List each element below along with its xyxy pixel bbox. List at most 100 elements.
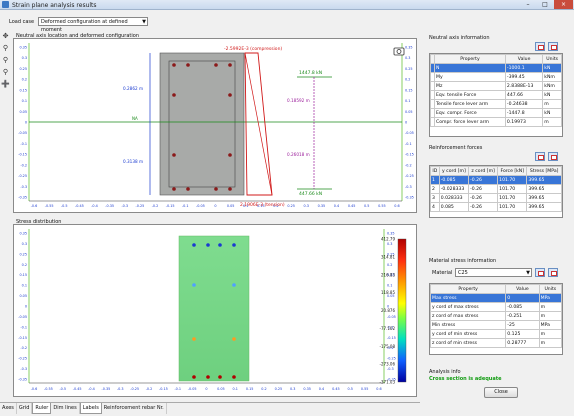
x-tick-label: 0.15: [246, 387, 254, 391]
table-row[interactable]: My -399.45 kNm: [430, 72, 562, 82]
table-row[interactable]: Max stress 0 MPa: [429, 293, 563, 303]
table-cell: m: [538, 329, 563, 339]
table-cell: MPa: [538, 293, 563, 303]
tab-labels[interactable]: Labels: [79, 403, 102, 414]
zoom-in-icon[interactable]: ⚲: [1, 44, 10, 53]
window-title: Strain plane analysis results: [12, 1, 97, 9]
stress-rebar-dot: [218, 375, 222, 379]
table-cell: 101.70: [497, 193, 528, 203]
neutral-axis-chart-title: Neutral axis location and deformed confi…: [16, 33, 139, 39]
select-icon[interactable]: ➕: [1, 80, 10, 89]
export-icon[interactable]: [535, 42, 545, 51]
table-cell: kNm: [542, 81, 562, 91]
analysis-result: Cross section is adequate: [429, 376, 502, 382]
rebar-dot: [172, 93, 176, 97]
table-row[interactable]: z cord of min stress 0.28777 m: [429, 338, 563, 348]
y-tick-label: -0.25: [387, 357, 396, 361]
pan-icon[interactable]: ✥: [1, 32, 10, 41]
tab-ruler[interactable]: Ruler: [32, 403, 52, 414]
table-row[interactable]: Compr. force lever arm 0.19973 m: [430, 117, 562, 127]
table-cell: z cord of min stress: [429, 338, 507, 348]
copy-icon[interactable]: [548, 268, 558, 277]
rebar-dot: [172, 63, 176, 67]
reinforcement-forces-title: Reinforcement forces: [429, 145, 483, 151]
table-cell: 399.65: [526, 193, 562, 203]
table-row[interactable]: 2 -0.028333 -0.26 101.70 399.65: [430, 184, 562, 194]
strain-line: [244, 52, 273, 196]
table-row[interactable]: y cord of max stress -0.085 m: [429, 302, 563, 312]
table-cell: Compr. force lever arm: [434, 117, 506, 127]
legend-label: 216.83: [381, 272, 395, 277]
table-row[interactable]: Eqv. compr. Force -1447.8 kN: [430, 108, 562, 118]
table-cell: -1447.8: [504, 108, 544, 118]
x-tick-label: 0.2: [261, 387, 266, 391]
table-row[interactable]: 1 -0.085 -0.26 101.70 399.65: [430, 175, 562, 185]
neutral-axis-table[interactable]: Property Value Units N -1000.1 kN My -399.45…: [429, 53, 563, 137]
table-cell: m: [542, 99, 562, 109]
table-cell: m: [538, 302, 563, 312]
table-row[interactable]: y cord of min stress 0.125 m: [429, 329, 563, 339]
material-select[interactable]: C25 ▼: [455, 268, 532, 277]
legend-label: 118.85: [381, 290, 395, 295]
table-row[interactable]: Eqv. tensile Force 447.66 kN: [430, 90, 562, 100]
x-tick-label: 0: [205, 387, 207, 391]
table-row[interactable]: z cord of max stress -0.251 m: [429, 311, 563, 321]
screenshot-icon[interactable]: [393, 47, 405, 56]
close-button[interactable]: Close: [484, 387, 518, 398]
tab-dim-lines[interactable]: Dim lines: [51, 403, 80, 414]
legend-label: -371.03: [380, 380, 396, 385]
material-stress-table[interactable]: Property Value Units Max stress 0 MPa y cor…: [429, 283, 563, 355]
y-tick-label: 0.2: [22, 263, 27, 267]
table-row[interactable]: N -1000.1 kN: [430, 63, 562, 73]
copy-icon[interactable]: [548, 42, 558, 51]
table-cell: 2.8388E-13: [504, 81, 544, 91]
y-tick-label: 0.35: [405, 46, 413, 50]
tab-axes[interactable]: Axes: [0, 403, 17, 414]
x-tick-label: -0.3: [117, 387, 124, 391]
x-tick-label: 0.6: [376, 387, 381, 391]
table-cell: Tensile force lever arm: [434, 99, 506, 109]
y-tick-label: -0.15: [405, 153, 414, 157]
table-cell: 0: [505, 293, 540, 303]
stress-rebar-dot: [192, 337, 196, 341]
col-property: Property: [434, 54, 506, 64]
x-tick-labels: -0.6 -0.55 -0.5 -0.45 -0.4 -0.35 -0.3 -0.25 -0.2…: [31, 204, 400, 208]
y-tick-label: 0.25: [19, 252, 27, 256]
copy-icon[interactable]: [548, 152, 558, 161]
table-cell: 399.65: [526, 175, 562, 185]
zoom-fit-icon[interactable]: ⚲: [1, 68, 10, 77]
rebar-dot: [186, 63, 190, 67]
table-cell: -0.26: [468, 184, 499, 194]
table-row[interactable]: Tensile force lever arm -0.24638 m: [430, 99, 562, 109]
load-case-select[interactable]: Deformed configuration at defined moment…: [38, 17, 148, 33]
table-cell: kN: [542, 63, 562, 73]
export-icon[interactable]: [535, 268, 545, 277]
x-tick-label: -0.45: [75, 204, 84, 208]
y-tick-label: -0.2: [405, 163, 412, 167]
table-row[interactable]: 3 0.028333 -0.26 101.70 399.65: [430, 193, 562, 203]
minimize-icon[interactable]: –: [520, 0, 536, 9]
x-tick-label: -0.35: [105, 204, 114, 208]
export-icon[interactable]: [535, 152, 545, 161]
table-row[interactable]: Min stress -25 MPa: [429, 320, 563, 330]
tab-grid[interactable]: Grid: [17, 403, 33, 414]
reinforcement-table[interactable]: ID y cord [m] z cord [m] Force [kN] Stre…: [429, 165, 563, 218]
y-tick-label: -0.05: [18, 315, 27, 319]
y-tick-label: -0.2: [20, 163, 27, 167]
col-value: Value: [505, 284, 540, 294]
zoom-out-icon[interactable]: ⚲: [1, 56, 10, 65]
y-tick-label: -0.1: [20, 142, 27, 146]
table-cell: m: [538, 311, 563, 321]
close-window-icon[interactable]: ×: [554, 0, 573, 9]
maximize-icon[interactable]: □: [537, 0, 553, 9]
neutral-axis-chart[interactable]: 0.35 0.3 0.25 0.2 0.15 0.1 0.05 0 -0.05 -0.1 -0.15…: [14, 39, 416, 212]
table-row[interactable]: Mz 2.8388E-13 kNm: [430, 81, 562, 91]
table-row[interactable]: 4 0.085 -0.26 101.70 399.65: [430, 202, 562, 212]
tab-reinforcement-rebar[interactable]: Reinforcement rebar Nr.: [102, 403, 167, 414]
rebar-dot: [186, 187, 190, 191]
chevron-down-icon: ▼: [142, 19, 146, 25]
stress-rebar-dot: [232, 243, 236, 247]
stress-rebar-dot: [218, 243, 222, 247]
stress-chart[interactable]: 0.35 0.3 0.25 0.2 0.15 0.1 0.05 0 -0.05 -0.1 -0.15…: [14, 225, 416, 396]
rebar-dot: [214, 187, 218, 191]
